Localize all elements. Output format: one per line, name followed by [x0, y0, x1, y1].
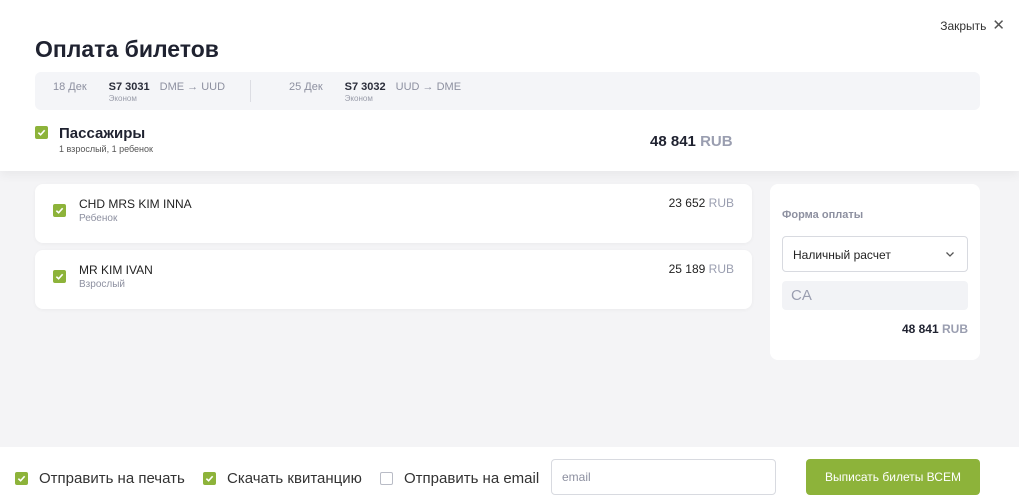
payment-method-select[interactable]: Наличный расчет — [782, 236, 968, 272]
passengers-all-checkbox[interactable] — [35, 126, 48, 139]
passenger-name: CHD MRS KIM INNA — [79, 197, 192, 211]
total-amount: 48 841 — [650, 133, 696, 150]
passenger-price: 23 652 RUB — [669, 196, 734, 210]
flight-route: UUD → DME — [395, 81, 462, 93]
payment-code-field[interactable]: CA — [782, 281, 968, 310]
passenger-card: MR KIM IVAN Взрослый 25 189 RUB — [35, 250, 752, 309]
print-option[interactable]: Отправить на печать — [15, 470, 185, 487]
flight-date: 25 Дек — [289, 81, 323, 93]
close-label: Закрыть — [940, 18, 987, 33]
flight-number: S7 3032 — [344, 81, 386, 93]
passenger-checkbox[interactable] — [53, 270, 66, 283]
payment-method-value: Наличный расчет — [793, 248, 891, 262]
receipt-option[interactable]: Скачать квитанцию — [203, 470, 362, 487]
email-option[interactable]: Отправить на email — [380, 470, 539, 487]
issue-tickets-button[interactable]: Выписать билеты ВСЕМ — [806, 459, 980, 495]
close-icon: ✕ — [992, 17, 1005, 34]
flight-segment: 25 Дек S7 3032 Эконом UUD → DME — [289, 81, 461, 103]
passengers-summary: 1 взрослый, 1 ребенок — [59, 144, 153, 154]
check-icon — [37, 129, 46, 136]
print-label: Отправить на печать — [39, 470, 185, 487]
close-button[interactable]: Закрыть ✕ — [940, 18, 1005, 33]
flights-bar: 18 Дек S7 3031 Эконом DME → UUD 25 Дек S… — [35, 72, 980, 110]
check-icon — [17, 475, 26, 482]
receipt-label: Скачать квитанцию — [227, 470, 362, 487]
footer-bar: Отправить на печать Скачать квитанцию От… — [0, 447, 1019, 502]
check-icon — [205, 475, 214, 482]
passenger-type: Взрослый — [79, 279, 125, 290]
payment-panel: Форма оплаты Наличный расчет CA 48 841 R… — [770, 184, 980, 360]
passenger-amount: 25 189 — [668, 262, 706, 276]
flight-route: DME → UUD — [159, 81, 226, 93]
passenger-currency: RUB — [708, 262, 734, 276]
flight-date: 18 Дек — [53, 81, 87, 93]
page-title: Оплата билетов — [35, 36, 219, 62]
email-checkbox[interactable] — [380, 472, 393, 485]
payment-title: Форма оплаты — [782, 209, 864, 221]
flight-segment: 18 Дек S7 3031 Эконом DME → UUD — [53, 81, 225, 103]
flight-class: Эконом — [344, 94, 373, 103]
segment-divider — [250, 80, 251, 102]
check-icon — [55, 273, 64, 280]
chevron-down-icon — [946, 252, 954, 257]
passengers-total: 48 841 RUB — [650, 133, 733, 150]
email-label: Отправить на email — [404, 470, 540, 487]
total-currency: RUB — [700, 133, 733, 150]
print-checkbox[interactable] — [15, 472, 28, 485]
passenger-checkbox[interactable] — [53, 204, 66, 217]
payment-total-currency: RUB — [942, 322, 968, 336]
flight-number: S7 3031 — [108, 81, 150, 93]
header-panel: Закрыть ✕ Оплата билетов 18 Дек S7 3031 … — [0, 0, 1019, 171]
payment-total: 48 841 RUB — [902, 322, 968, 336]
flight-class: Эконом — [108, 94, 137, 103]
check-icon — [55, 207, 64, 214]
passenger-card: CHD MRS KIM INNA Ребенок 23 652 RUB — [35, 184, 752, 243]
passenger-amount: 23 652 — [668, 196, 706, 210]
passengers-label: Пассажиры — [59, 125, 146, 142]
payment-total-amount: 48 841 — [901, 322, 939, 336]
passenger-type: Ребенок — [79, 213, 118, 224]
passenger-currency: RUB — [708, 196, 734, 210]
email-input[interactable] — [551, 459, 776, 495]
passenger-price: 25 189 RUB — [669, 262, 734, 276]
receipt-checkbox[interactable] — [203, 472, 216, 485]
passenger-name: MR KIM IVAN — [79, 263, 153, 277]
